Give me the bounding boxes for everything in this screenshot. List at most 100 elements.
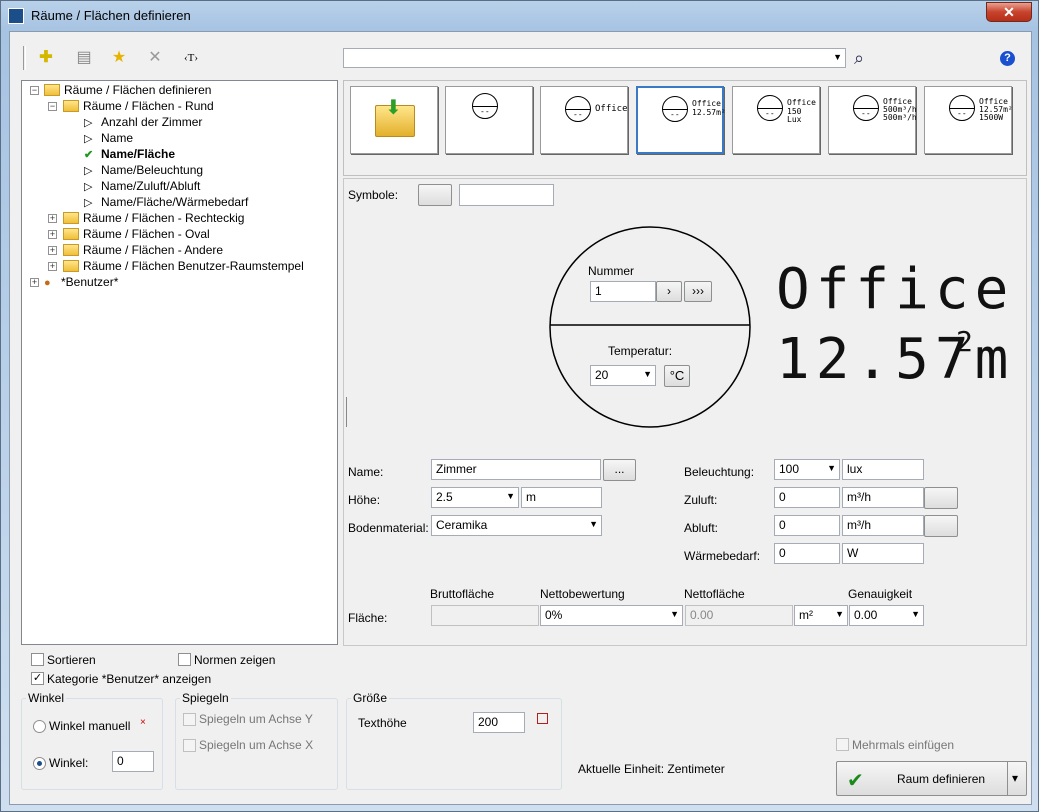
zuluft-button[interactable] <box>924 487 958 509</box>
search-combo[interactable]: ▼ <box>343 48 846 68</box>
folder-icon <box>63 228 79 240</box>
thumb-symbol-empty[interactable]: -- <box>445 86 533 154</box>
flag-icon: ▷ <box>84 117 93 129</box>
genauigkeit-select[interactable]: 0.00 ▼ <box>849 605 924 626</box>
tree-node-stempel[interactable]: Räume / Flächen Benutzer-Raumstempel <box>63 258 304 274</box>
sortieren-label: Sortieren <box>47 653 96 667</box>
tree-item-name[interactable]: ▷ Name <box>84 130 133 146</box>
dialog-body: ✚ ▤ ★ ✕ ‹T› ▼ ⌕ ? − Räume / Flächen defi… <box>9 31 1032 805</box>
temperatur-select[interactable]: 20 ▼ <box>590 365 656 386</box>
genauigkeit-label: Genauigkeit <box>848 587 913 601</box>
netto-unit-select[interactable]: m² ▼ <box>794 605 848 626</box>
flag-icon: ▷ <box>84 197 93 209</box>
winkel-manuell-radio[interactable] <box>33 720 46 733</box>
thumb-symbol-office[interactable]: -- Office <box>540 86 628 154</box>
winkel-label: Winkel: <box>49 756 89 770</box>
tree-item-beleuchtung[interactable]: ▷ Name/Beleuchtung <box>84 162 203 178</box>
tree-item-name-flaeche-selected[interactable]: ✔ Name/Fläche <box>84 146 175 162</box>
bodenmaterial-select[interactable]: Ceramika ▼ <box>431 515 602 536</box>
thumb-symbol-office-lux[interactable]: -- Office 150 Lux <box>732 86 820 154</box>
spiegeln-y-checkbox[interactable] <box>183 713 196 726</box>
help-icon[interactable]: ? <box>1000 51 1015 66</box>
delete-icon[interactable]: ✕ <box>144 47 166 69</box>
normen-label: Normen zeigen <box>194 653 276 667</box>
expand-icon[interactable]: + <box>48 246 57 255</box>
hoehe-select[interactable]: 2.5 ▼ <box>431 487 519 508</box>
winkel-group: Winkel Winkel manuell × Winkel: 0 <box>21 691 163 790</box>
tree-item-zuluft[interactable]: ▷ Name/Zuluft/Abluft <box>84 178 200 194</box>
bruttoflaeche-label: Bruttofläche <box>430 587 495 601</box>
collapse-icon[interactable]: − <box>30 86 39 95</box>
expand-icon[interactable]: + <box>30 278 39 287</box>
expand-icon[interactable]: + <box>48 262 57 271</box>
chevron-down-icon[interactable]: ▾ <box>1012 771 1018 785</box>
divider <box>346 397 347 427</box>
tree-node-rechteckig[interactable]: Räume / Flächen - Rechteckig <box>63 210 244 226</box>
kategorie-checkbox[interactable]: ✓ <box>31 672 44 685</box>
beleuchtung-select[interactable]: 100 ▼ <box>774 459 840 480</box>
winkel-radio[interactable] <box>33 757 46 770</box>
category-tree[interactable]: − Räume / Flächen definieren − Räume / F… <box>21 80 338 645</box>
pick-size-icon[interactable] <box>537 713 548 724</box>
collapse-icon[interactable]: − <box>48 102 57 111</box>
chevron-down-icon: ▼ <box>835 609 844 619</box>
zuluft-input[interactable]: 0 <box>774 487 840 508</box>
texthoehe-input[interactable]: 200 <box>473 712 525 733</box>
thumb-symbol-office-air[interactable]: -- Office 500m³/h 500m³/h <box>828 86 917 154</box>
tree-node-benutzer[interactable]: ● *Benutzer* <box>44 274 118 290</box>
text-icon[interactable]: ‹T› <box>180 47 202 69</box>
name-browse-button[interactable]: ... <box>603 459 636 481</box>
hoehe-unit: m <box>521 487 602 508</box>
tree-item-anzahl[interactable]: ▷ Anzahl der Zimmer <box>84 114 202 130</box>
beleuchtung-label: Beleuchtung: <box>684 465 755 479</box>
temperature-unit-button[interactable]: °C <box>664 365 690 387</box>
abluft-button[interactable] <box>924 515 958 537</box>
tree-node-root[interactable]: Räume / Flächen definieren <box>44 82 211 98</box>
tree-item-waerme[interactable]: ▷ Name/Fläche/Wärmebedarf <box>84 194 248 210</box>
folder-icon <box>63 212 79 224</box>
favorite-star-icon[interactable]: ★ <box>108 47 130 69</box>
close-button[interactable]: ✕ <box>986 2 1032 22</box>
zuluft-label: Zuluft: <box>684 493 718 507</box>
list-icon[interactable]: ▤ <box>73 47 95 69</box>
thumb-symbol-office-heat[interactable]: -- Office 12.57m² 1500W <box>924 86 1013 154</box>
nummer-input[interactable]: 1 <box>590 281 656 302</box>
nettobewertung-select[interactable]: 0% ▼ <box>540 605 683 626</box>
chevron-down-icon: ▼ <box>589 519 598 529</box>
tree-node-andere[interactable]: Räume / Flächen - Andere <box>63 242 223 258</box>
search-icon[interactable]: ⌕ <box>848 47 870 69</box>
beleuchtung-unit: lux <box>842 459 924 480</box>
next-number-button[interactable]: › <box>656 281 682 302</box>
sortieren-checkbox[interactable] <box>31 653 44 666</box>
symbole-button[interactable] <box>418 184 452 206</box>
tree-node-oval[interactable]: Räume / Flächen - Oval <box>63 226 210 242</box>
flaeche-label: Fläche: <box>348 611 388 625</box>
expand-icon[interactable]: + <box>48 230 57 239</box>
spiegeln-group: Spiegeln Spiegeln um Achse Y Spiegeln um… <box>175 691 338 790</box>
mehrmals-checkbox[interactable] <box>836 738 849 751</box>
abluft-input[interactable]: 0 <box>774 515 840 536</box>
raum-definieren-label: Raum definieren <box>897 772 986 786</box>
flag-icon: ▷ <box>84 133 93 145</box>
symbole-field[interactable] <box>459 184 554 206</box>
abluft-label: Abluft: <box>684 521 719 535</box>
winkel-input[interactable]: 0 <box>112 751 154 772</box>
spiegeln-x-checkbox[interactable] <box>183 739 196 752</box>
expand-icon[interactable]: + <box>48 214 57 223</box>
name-input[interactable]: Zimmer <box>431 459 601 480</box>
chevron-down-icon: ▼ <box>833 52 842 62</box>
pick-angle-icon[interactable]: × <box>140 717 146 728</box>
current-unit-label: Aktuelle Einheit: Zentimeter <box>578 762 725 776</box>
add-icon[interactable]: ✚ <box>35 47 57 69</box>
button-separator <box>1007 762 1008 795</box>
hoehe-label: Höhe: <box>348 493 381 507</box>
thumb-open-folder[interactable]: ⬇ <box>350 86 438 154</box>
thumb-symbol-office-area[interactable]: -- Office 12.57m² <box>636 86 726 154</box>
normen-checkbox[interactable] <box>178 653 191 666</box>
zuluft-unit: m³/h <box>842 487 924 508</box>
tree-node-rund[interactable]: Räume / Flächen - Rund <box>63 98 214 114</box>
next-all-button[interactable]: ››› <box>684 281 712 302</box>
raum-definieren-button[interactable]: ✔ Raum definieren ▾ <box>836 761 1027 796</box>
waermebedarf-input[interactable]: 0 <box>774 543 840 564</box>
chevron-down-icon: ▼ <box>506 491 515 501</box>
